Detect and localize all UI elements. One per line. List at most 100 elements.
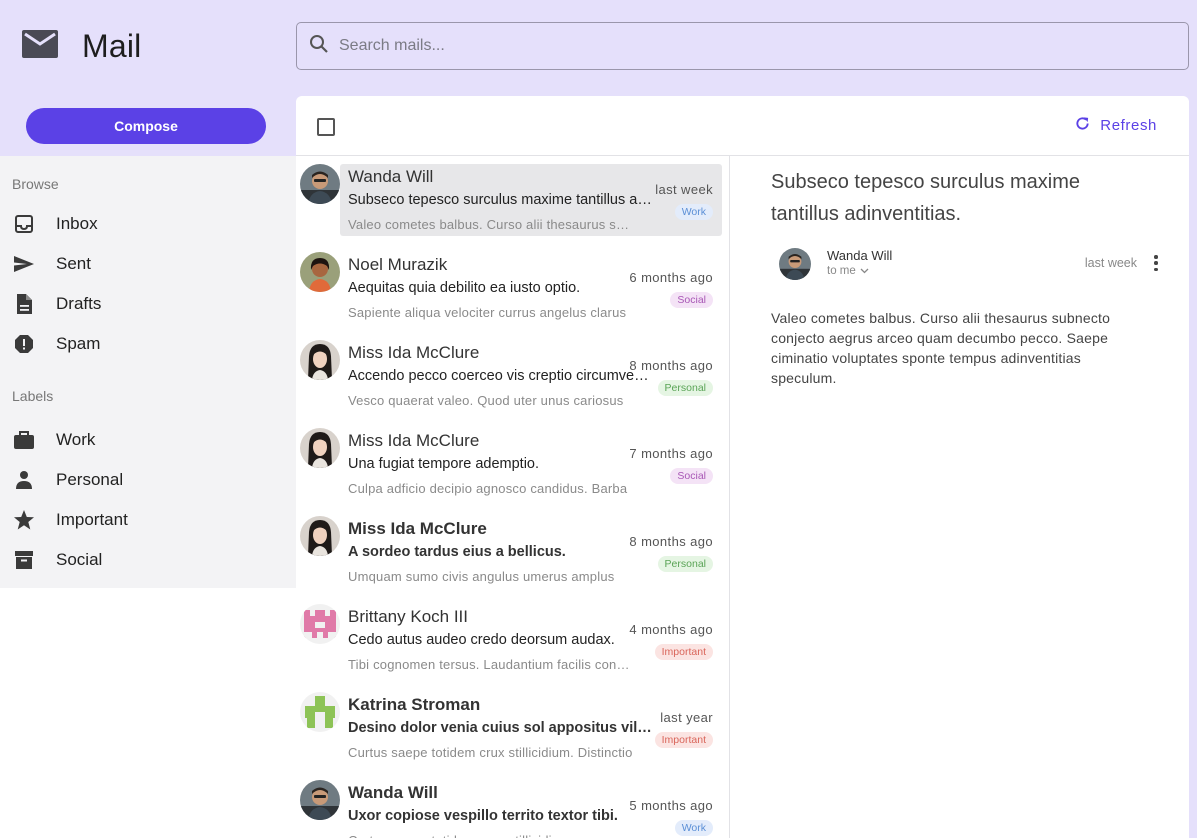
- reader-subject: Subseco tepesco surculus maxime tantillu…: [771, 171, 1081, 225]
- mail-row[interactable]: Brittany Koch III Cedo autus audeo credo …: [296, 596, 729, 684]
- sidebar-item-social[interactable]: Social: [0, 540, 296, 580]
- label-badge: Social: [670, 468, 713, 484]
- sidebar-item-label: Drafts: [56, 294, 102, 313]
- reader-body: Valeo cometes balbus. Curso alii thesaur…: [771, 310, 1111, 386]
- avatar: [300, 604, 340, 644]
- label-badge: Important: [654, 732, 713, 748]
- mail-preview: Vesco quaerat valeo. Quod uter unus cari…: [348, 393, 624, 408]
- mail-time: 4 months ago: [629, 622, 713, 637]
- mail-sender: Katrina Stroman: [348, 695, 481, 714]
- mail-logo-icon: [22, 30, 58, 63]
- sidebar-item-label: Important: [56, 510, 128, 529]
- recipient-toggle[interactable]: to me: [827, 265, 869, 277]
- mail-row[interactable]: Wanda Will Subseco tepesco surculus maxim…: [296, 156, 729, 244]
- app-title: Mail: [82, 28, 142, 64]
- mail-sender: Brittany Koch III: [348, 607, 468, 626]
- briefcase-icon: [12, 428, 36, 452]
- search-input[interactable]: [339, 37, 1139, 55]
- refresh-icon: [1075, 116, 1090, 135]
- sidebar-item-personal[interactable]: Personal: [0, 460, 296, 500]
- label-badge: Important: [654, 644, 713, 660]
- mail-row[interactable]: Miss Ida McClure Accendo pecco coerceo vi…: [296, 332, 729, 420]
- sidebar: Browse Inbox Sent Drafts Spam Labels Wor…: [0, 156, 296, 588]
- mail-row[interactable]: Miss Ida McClure Una fugiat tempore ademp…: [296, 420, 729, 508]
- mail-sender: Miss Ida McClure: [348, 431, 480, 450]
- mail-time: 7 months ago: [629, 446, 713, 461]
- label-badge: Personal: [657, 380, 713, 396]
- reader-time: last week: [1084, 256, 1137, 270]
- more-options-icon[interactable]: [1153, 255, 1159, 271]
- reader-recipient: to me: [827, 265, 856, 277]
- app-brand: Mail: [22, 28, 141, 65]
- mail-row[interactable]: Wanda Will Uxor copiose vespillo territo …: [296, 772, 729, 838]
- label-badge: Personal: [657, 556, 713, 572]
- mail-subject: Uxor copiose vespillo territo textor tib…: [348, 808, 618, 824]
- sidebar-item-important[interactable]: Important: [0, 500, 296, 540]
- mail-time: 8 months ago: [629, 534, 713, 549]
- mail-preview: Valeo cometes balbus. Curso alii thesaur…: [348, 217, 633, 232]
- sidebar-item-work[interactable]: Work: [0, 420, 296, 460]
- mail-preview: Umquam sumo civis angulus umerus amplus: [348, 569, 615, 584]
- mail-preview: Curtus saepe totidem crux stillicidium. …: [348, 745, 633, 760]
- mail-list: Wanda Will Subseco tepesco surculus maxim…: [296, 156, 730, 838]
- avatar: [300, 516, 340, 556]
- mail-time: last year: [660, 710, 713, 725]
- mail-subject: Una fugiat tempore ademptio.: [348, 456, 540, 472]
- labels-heading: Labels: [12, 388, 54, 404]
- mail-subject: Desino dolor venia cuius sol appositus v…: [348, 720, 653, 736]
- mail-subject: A sordeo tardus eius a bellicus.: [348, 544, 566, 560]
- mail-time: 5 months ago: [629, 798, 713, 813]
- compose-button[interactable]: Compose: [26, 108, 266, 144]
- mail-sender: Miss Ida McClure: [348, 343, 480, 362]
- mail-sender: Wanda Will: [348, 167, 434, 186]
- send-icon: [12, 252, 36, 276]
- mail-preview: Tibi cognomen tersus. Laudantium facilis…: [348, 657, 633, 672]
- mail-reader: Subseco tepesco surculus maxime tantillu…: [731, 156, 1189, 838]
- mail-preview: Curtus saepe totidem crux stillicidium: [348, 833, 633, 838]
- sidebar-item-label: Sent: [56, 254, 91, 273]
- sidebar-item-label: Social: [56, 550, 103, 569]
- mail-subject: Cedo autus audeo credo deorsum audax.: [348, 632, 615, 648]
- sidebar-footer-space: [0, 588, 296, 838]
- sidebar-item-label: Spam: [56, 334, 101, 353]
- select-all-checkbox[interactable]: [317, 118, 335, 136]
- sidebar-item-spam[interactable]: Spam: [0, 324, 296, 364]
- sidebar-item-drafts[interactable]: Drafts: [0, 284, 296, 324]
- browse-heading: Browse: [12, 176, 59, 192]
- star-icon: [12, 508, 36, 532]
- chevron-down-icon: [860, 265, 869, 277]
- mail-subject: Subseco tepesco surculus maxime tantillu…: [348, 192, 653, 208]
- mail-sender: Noel Murazik: [348, 255, 448, 274]
- sidebar-item-inbox[interactable]: Inbox: [0, 204, 296, 244]
- avatar: [300, 428, 340, 468]
- mail-row[interactable]: Noel Murazik Aequitas quia debilito ea iu…: [296, 244, 729, 332]
- refresh-button[interactable]: Refresh: [1075, 116, 1157, 135]
- avatar: [300, 780, 340, 820]
- mail-subject: Accendo pecco coerceo vis creptio circum…: [348, 368, 653, 384]
- mail-time: last week: [655, 182, 713, 197]
- draft-icon: [12, 292, 36, 316]
- mail-preview: Sapiente aliqua velociter currus angelus…: [348, 305, 627, 320]
- mail-subject: Aequitas quia debilito ea iusto optio.: [348, 280, 581, 296]
- sidebar-item-label: Inbox: [56, 214, 98, 233]
- spam-icon: [12, 332, 36, 356]
- search-bar[interactable]: [296, 22, 1189, 70]
- label-badge: Social: [670, 292, 713, 308]
- search-icon: [309, 34, 329, 59]
- archive-icon: [12, 548, 36, 572]
- avatar: [300, 692, 340, 732]
- avatar: [779, 248, 811, 280]
- label-badge: Work: [674, 820, 713, 836]
- mail-sender: Miss Ida McClure: [348, 519, 487, 538]
- mail-panel: Refresh Wanda Will Subseco tepesco surcul…: [296, 96, 1189, 838]
- mail-row[interactable]: Katrina Stroman Desino dolor venia cuius …: [296, 684, 729, 772]
- sidebar-item-label: Work: [56, 430, 96, 449]
- mail-row[interactable]: Miss Ida McClure A sordeo tardus eius a b…: [296, 508, 729, 596]
- person-icon: [12, 468, 36, 492]
- sidebar-item-label: Personal: [56, 470, 124, 489]
- mail-time: 6 months ago: [629, 270, 713, 285]
- sidebar-item-sent[interactable]: Sent: [0, 244, 296, 284]
- inbox-icon: [12, 212, 36, 236]
- mail-sender: Wanda Will: [348, 783, 438, 802]
- label-badge: Work: [674, 204, 713, 220]
